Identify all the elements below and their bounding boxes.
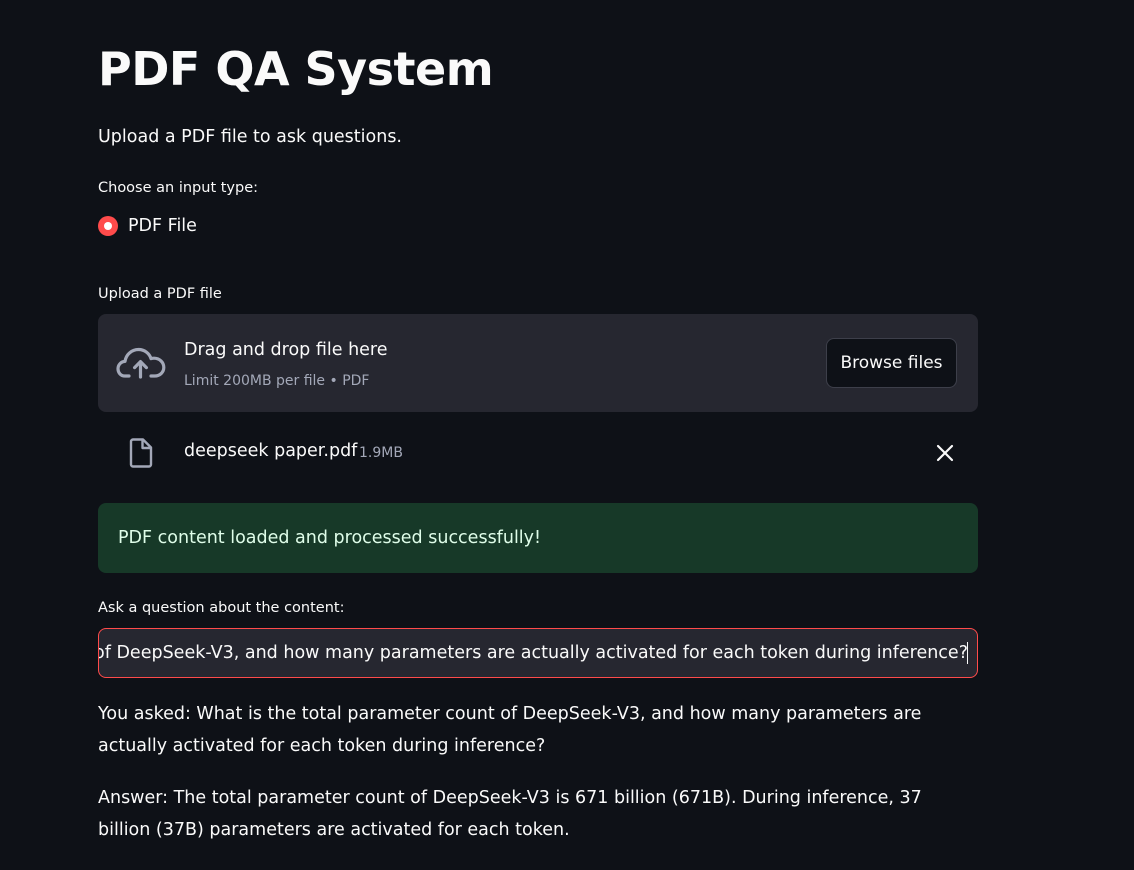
cloud-upload-icon (116, 347, 166, 379)
success-message: PDF content loaded and processed success… (118, 528, 542, 548)
dropzone-title: Drag and drop file here (184, 340, 388, 360)
answer-text: Answer: The total parameter count of Dee… (98, 788, 922, 840)
uploaded-file-size: 1.9MB (359, 445, 403, 461)
success-alert: PDF content loaded and processed success… (98, 503, 978, 573)
radio-selected-icon[interactable] (98, 216, 118, 236)
close-icon[interactable] (934, 442, 956, 464)
input-type-label: Choose an input type: (98, 180, 259, 196)
question-input[interactable]: What is the total parameter count of Dee… (98, 628, 978, 678)
radio-option-label: PDF File (128, 216, 197, 236)
uploader-label: Upload a PDF file (98, 286, 222, 302)
dropzone-limit: Limit 200MB per file • PDF (184, 373, 370, 389)
page-subtitle: Upload a PDF file to ask questions. (98, 127, 402, 147)
question-label: Ask a question about the content: (98, 600, 345, 616)
uploaded-file-name: deepseek paper.pdf (184, 441, 358, 461)
page-title: PDF QA System (98, 42, 494, 96)
uploaded-file-item: deepseek paper.pdf 1.9MB (98, 432, 978, 472)
file-icon (129, 438, 153, 468)
asked-question-text: You asked: What is the total parameter c… (98, 704, 922, 756)
file-dropzone[interactable]: Drag and drop file here Limit 200MB per … (98, 314, 978, 412)
question-input-value[interactable]: What is the total parameter count of Dee… (99, 641, 968, 665)
browse-files-button[interactable]: Browse files (826, 338, 957, 388)
radio-option-pdf-file[interactable]: PDF File (98, 214, 197, 238)
text-caret (966, 642, 968, 664)
